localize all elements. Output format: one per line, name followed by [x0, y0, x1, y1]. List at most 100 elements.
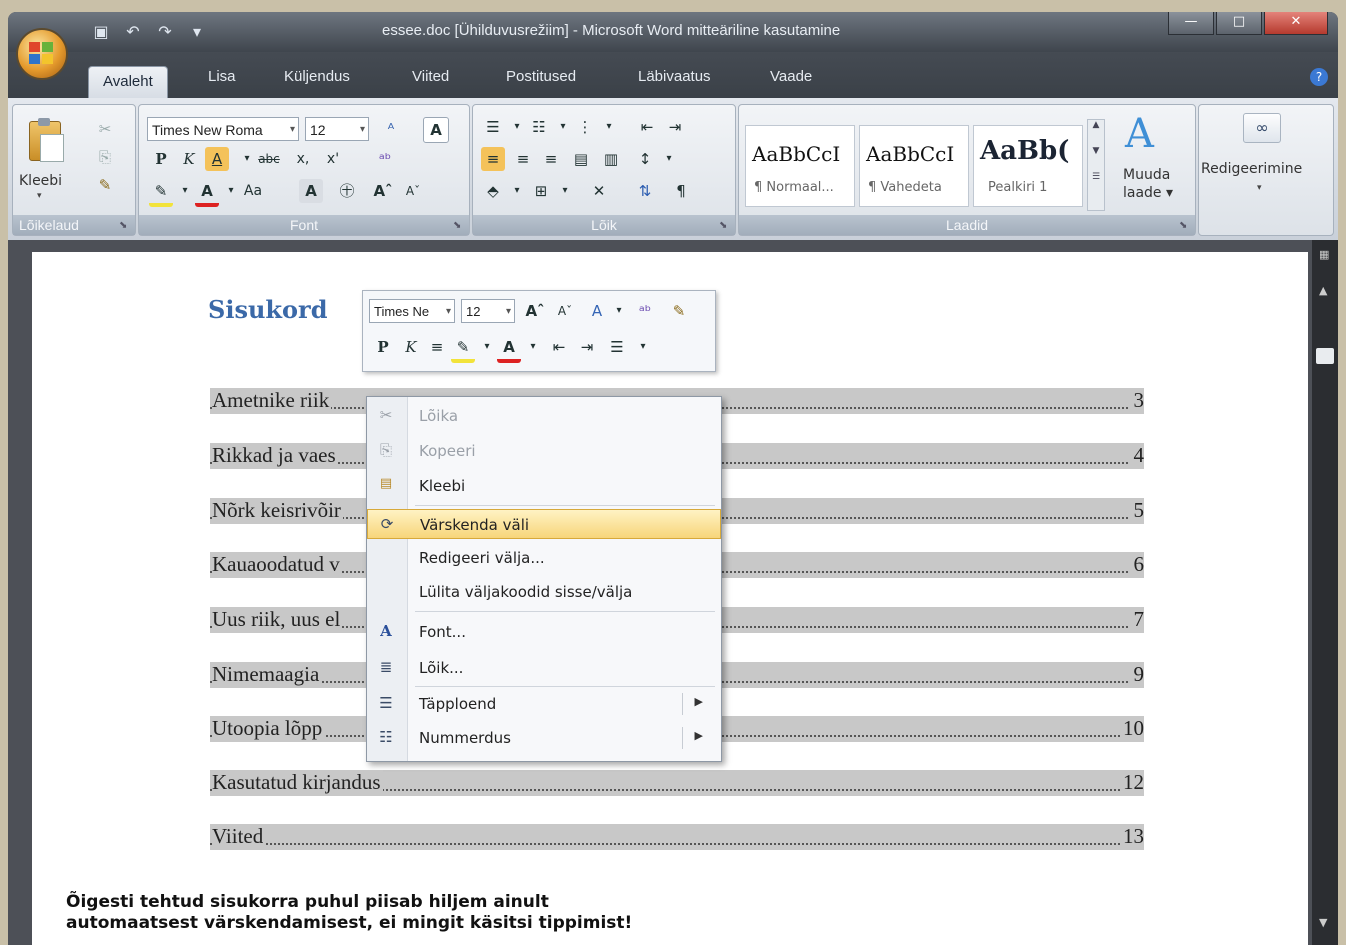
- bold-button[interactable]: P: [149, 147, 173, 171]
- decrease-indent-icon[interactable]: ⇤: [635, 115, 659, 139]
- maximize-button[interactable]: □: [1216, 12, 1262, 35]
- underline-button[interactable]: A: [205, 147, 229, 171]
- mini-size-combo[interactable]: 12 ▾: [461, 299, 515, 323]
- character-shading-icon[interactable]: A: [299, 179, 323, 203]
- chevron-down-icon[interactable]: ▾: [597, 115, 621, 139]
- vertical-scrollbar[interactable]: ▦ ▲ ▼: [1312, 240, 1338, 945]
- more-icon[interactable]: ☰: [1088, 172, 1104, 182]
- menu-item-edit-field[interactable]: Redigeeri välja...: [367, 543, 721, 573]
- editing-button[interactable]: ∞ Redigeerimine ▾: [1199, 105, 1333, 215]
- tab-labivaatus[interactable]: Läbivaatus: [638, 68, 711, 85]
- menu-item-paste[interactable]: ▤ Kleebi: [367, 471, 721, 501]
- enclose-characters-icon[interactable]: ㊉: [335, 179, 359, 203]
- subscript-button[interactable]: x,: [291, 147, 315, 171]
- font-size-combo[interactable]: 12 ▾: [305, 117, 369, 141]
- distributed-icon[interactable]: ▥: [599, 147, 623, 171]
- shading-icon[interactable]: ⬘: [481, 179, 505, 203]
- scroll-thumb[interactable]: [1316, 348, 1334, 364]
- toc-entry[interactable]: Kasutatud kirjandus 12: [210, 770, 1144, 796]
- increase-indent-icon[interactable]: ⇥: [663, 115, 687, 139]
- chevron-down-icon[interactable]: ▾: [551, 115, 575, 139]
- align-left-icon[interactable]: ≡: [481, 147, 505, 171]
- font-color-button[interactable]: A: [195, 179, 219, 207]
- save-icon[interactable]: ▣: [92, 22, 110, 41]
- styles-scroll[interactable]: ▲ ▼ ☰: [1087, 119, 1105, 211]
- office-button[interactable]: [16, 28, 68, 80]
- align-right-icon[interactable]: ≡: [539, 147, 563, 171]
- chevron-down-icon[interactable]: ▼: [1088, 146, 1104, 156]
- dialog-launcher-icon[interactable]: ⬊: [453, 220, 465, 232]
- dialog-launcher-icon[interactable]: ⬊: [119, 220, 131, 232]
- scroll-down-icon[interactable]: ▼: [1319, 916, 1327, 929]
- chevron-down-icon[interactable]: ▾: [173, 179, 197, 203]
- change-styles-button[interactable]: A Muuda laade ▾: [1111, 111, 1185, 211]
- menu-item-numbering[interactable]: ☷ Nummerdus ▶: [367, 723, 721, 753]
- chevron-up-icon[interactable]: ▲: [1088, 120, 1104, 130]
- grow-font-icon[interactable]: Aˆ: [523, 299, 547, 323]
- help-icon[interactable]: ?: [1310, 68, 1328, 86]
- menu-item-copy[interactable]: ⎘ Kopeeri: [367, 436, 721, 466]
- chevron-down-icon[interactable]: ▾: [631, 335, 655, 359]
- tab-viited[interactable]: Viited: [412, 68, 449, 85]
- tab-vaade[interactable]: Vaade: [770, 68, 812, 85]
- ruler-toggle-icon[interactable]: ▦: [1319, 248, 1329, 261]
- font-family-combo[interactable]: Times New Roma ▾: [147, 117, 299, 141]
- copy-icon[interactable]: ⎘: [93, 145, 117, 169]
- sort-icon[interactable]: ⇅: [633, 179, 657, 203]
- paste-button[interactable]: Kleebi ▾: [19, 115, 75, 205]
- menu-item-font[interactable]: A Font...: [367, 617, 721, 647]
- character-border-icon[interactable]: A: [423, 117, 449, 143]
- menu-item-update-field[interactable]: ⟳ Värskenda väli: [367, 509, 721, 539]
- dialog-launcher-icon[interactable]: ⬊: [719, 220, 731, 232]
- increase-indent-icon[interactable]: ⇥: [575, 335, 599, 359]
- align-center-icon[interactable]: ≡: [425, 335, 449, 359]
- show-marks-icon[interactable]: ¶: [669, 179, 693, 203]
- change-case-button[interactable]: Aa: [241, 179, 265, 203]
- chevron-down-icon[interactable]: ▾: [235, 147, 259, 171]
- clear-formatting-icon[interactable]: ᵃᵇ: [633, 299, 657, 323]
- menu-item-cut[interactable]: ✂ Lõika: [367, 401, 721, 431]
- italic-button[interactable]: K: [177, 147, 201, 171]
- asian-layout-icon[interactable]: ✕: [587, 179, 611, 203]
- styles-icon[interactable]: A: [585, 299, 609, 323]
- chevron-down-icon[interactable]: ▾: [607, 299, 631, 323]
- close-button[interactable]: ✕: [1264, 12, 1328, 35]
- menu-item-bullets[interactable]: ☰ Täpploend ▶: [367, 689, 721, 719]
- shrink-font-icon[interactable]: Aˇ: [553, 299, 577, 323]
- menu-item-paragraph[interactable]: ≣ Lõik...: [367, 653, 721, 683]
- highlight-color-button[interactable]: ✎: [451, 335, 475, 363]
- menu-item-toggle-field-codes[interactable]: Lülita väljakoodid sisse/välja: [367, 577, 721, 607]
- format-painter-icon[interactable]: ✎: [667, 299, 691, 323]
- tab-lisa[interactable]: Lisa: [208, 68, 236, 85]
- bold-button[interactable]: P: [371, 335, 395, 359]
- line-spacing-icon[interactable]: ↕: [633, 147, 657, 171]
- tab-kuljendus[interactable]: Küljendus: [284, 68, 350, 85]
- style-no-spacing[interactable]: AaBbCcI ¶ Vahedeta: [859, 125, 969, 207]
- font-color-button[interactable]: A: [497, 335, 521, 363]
- multilevel-list-icon[interactable]: ⋮: [573, 115, 597, 139]
- document-page[interactable]: Sisukord Ametnike riik 3 Rikkad ja vaes 4 …: [32, 252, 1308, 945]
- scroll-up-icon[interactable]: ▲: [1319, 284, 1327, 297]
- cut-icon[interactable]: ✂: [93, 117, 117, 141]
- numbering-icon[interactable]: ☷: [527, 115, 551, 139]
- strikethrough-button[interactable]: abc: [257, 147, 281, 171]
- change-case-icon[interactable]: ᵃᵇ: [373, 147, 397, 171]
- shrink-font-icon[interactable]: Aˇ: [401, 179, 425, 203]
- style-heading-1[interactable]: AaBb( Pealkiri 1: [973, 125, 1083, 207]
- redo-icon[interactable]: ↷: [156, 22, 174, 41]
- bullets-icon[interactable]: ☰: [605, 335, 629, 359]
- clear-formatting-icon[interactable]: ᴬ: [379, 117, 403, 141]
- dialog-launcher-icon[interactable]: ⬊: [1179, 220, 1191, 232]
- align-center-icon[interactable]: ≡: [511, 147, 535, 171]
- chevron-down-icon[interactable]: ▾: [219, 179, 243, 203]
- toc-entry[interactable]: Viited 13: [210, 824, 1144, 850]
- tab-postitused[interactable]: Postitused: [506, 68, 576, 85]
- style-normal[interactable]: AaBbCcI ¶ Normaal...: [745, 125, 855, 207]
- format-painter-icon[interactable]: ✎: [93, 173, 117, 197]
- grow-font-icon[interactable]: Aˆ: [371, 179, 395, 203]
- mini-font-combo[interactable]: Times Ne ▾: [369, 299, 455, 323]
- borders-icon[interactable]: ⊞: [529, 179, 553, 203]
- chevron-down-icon[interactable]: ▾: [553, 179, 577, 203]
- superscript-button[interactable]: x': [321, 147, 345, 171]
- bullets-icon[interactable]: ☰: [481, 115, 505, 139]
